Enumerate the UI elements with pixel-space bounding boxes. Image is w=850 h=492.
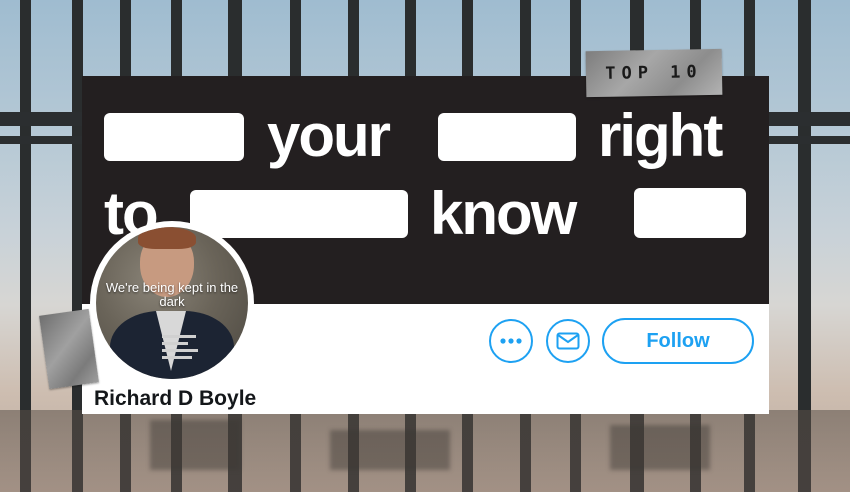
redaction-bar — [438, 113, 576, 161]
avatar-photo: We're being kept in the dark — [96, 227, 248, 379]
banner-word-right: right — [598, 102, 723, 169]
banner-word-your: your — [267, 102, 391, 169]
profile-name: Richard D Boyle — [94, 387, 257, 410]
redaction-bar — [634, 188, 746, 238]
avatar-caption: We're being kept in the dark — [105, 280, 239, 309]
more-options-button[interactable] — [489, 319, 533, 363]
avatar-redacted-lines — [162, 335, 202, 363]
follow-button[interactable]: Follow — [602, 318, 754, 364]
more-horizontal-icon — [500, 338, 522, 344]
message-button[interactable] — [546, 319, 590, 363]
redaction-bar — [190, 190, 408, 238]
banner-word-know: know — [430, 180, 577, 247]
top-10-tape-label: TOP 10 — [585, 48, 723, 98]
redaction-bar — [104, 113, 244, 161]
duct-tape-decoration — [39, 308, 99, 390]
avatar[interactable]: We're being kept in the dark — [90, 221, 254, 385]
envelope-icon — [556, 332, 580, 350]
